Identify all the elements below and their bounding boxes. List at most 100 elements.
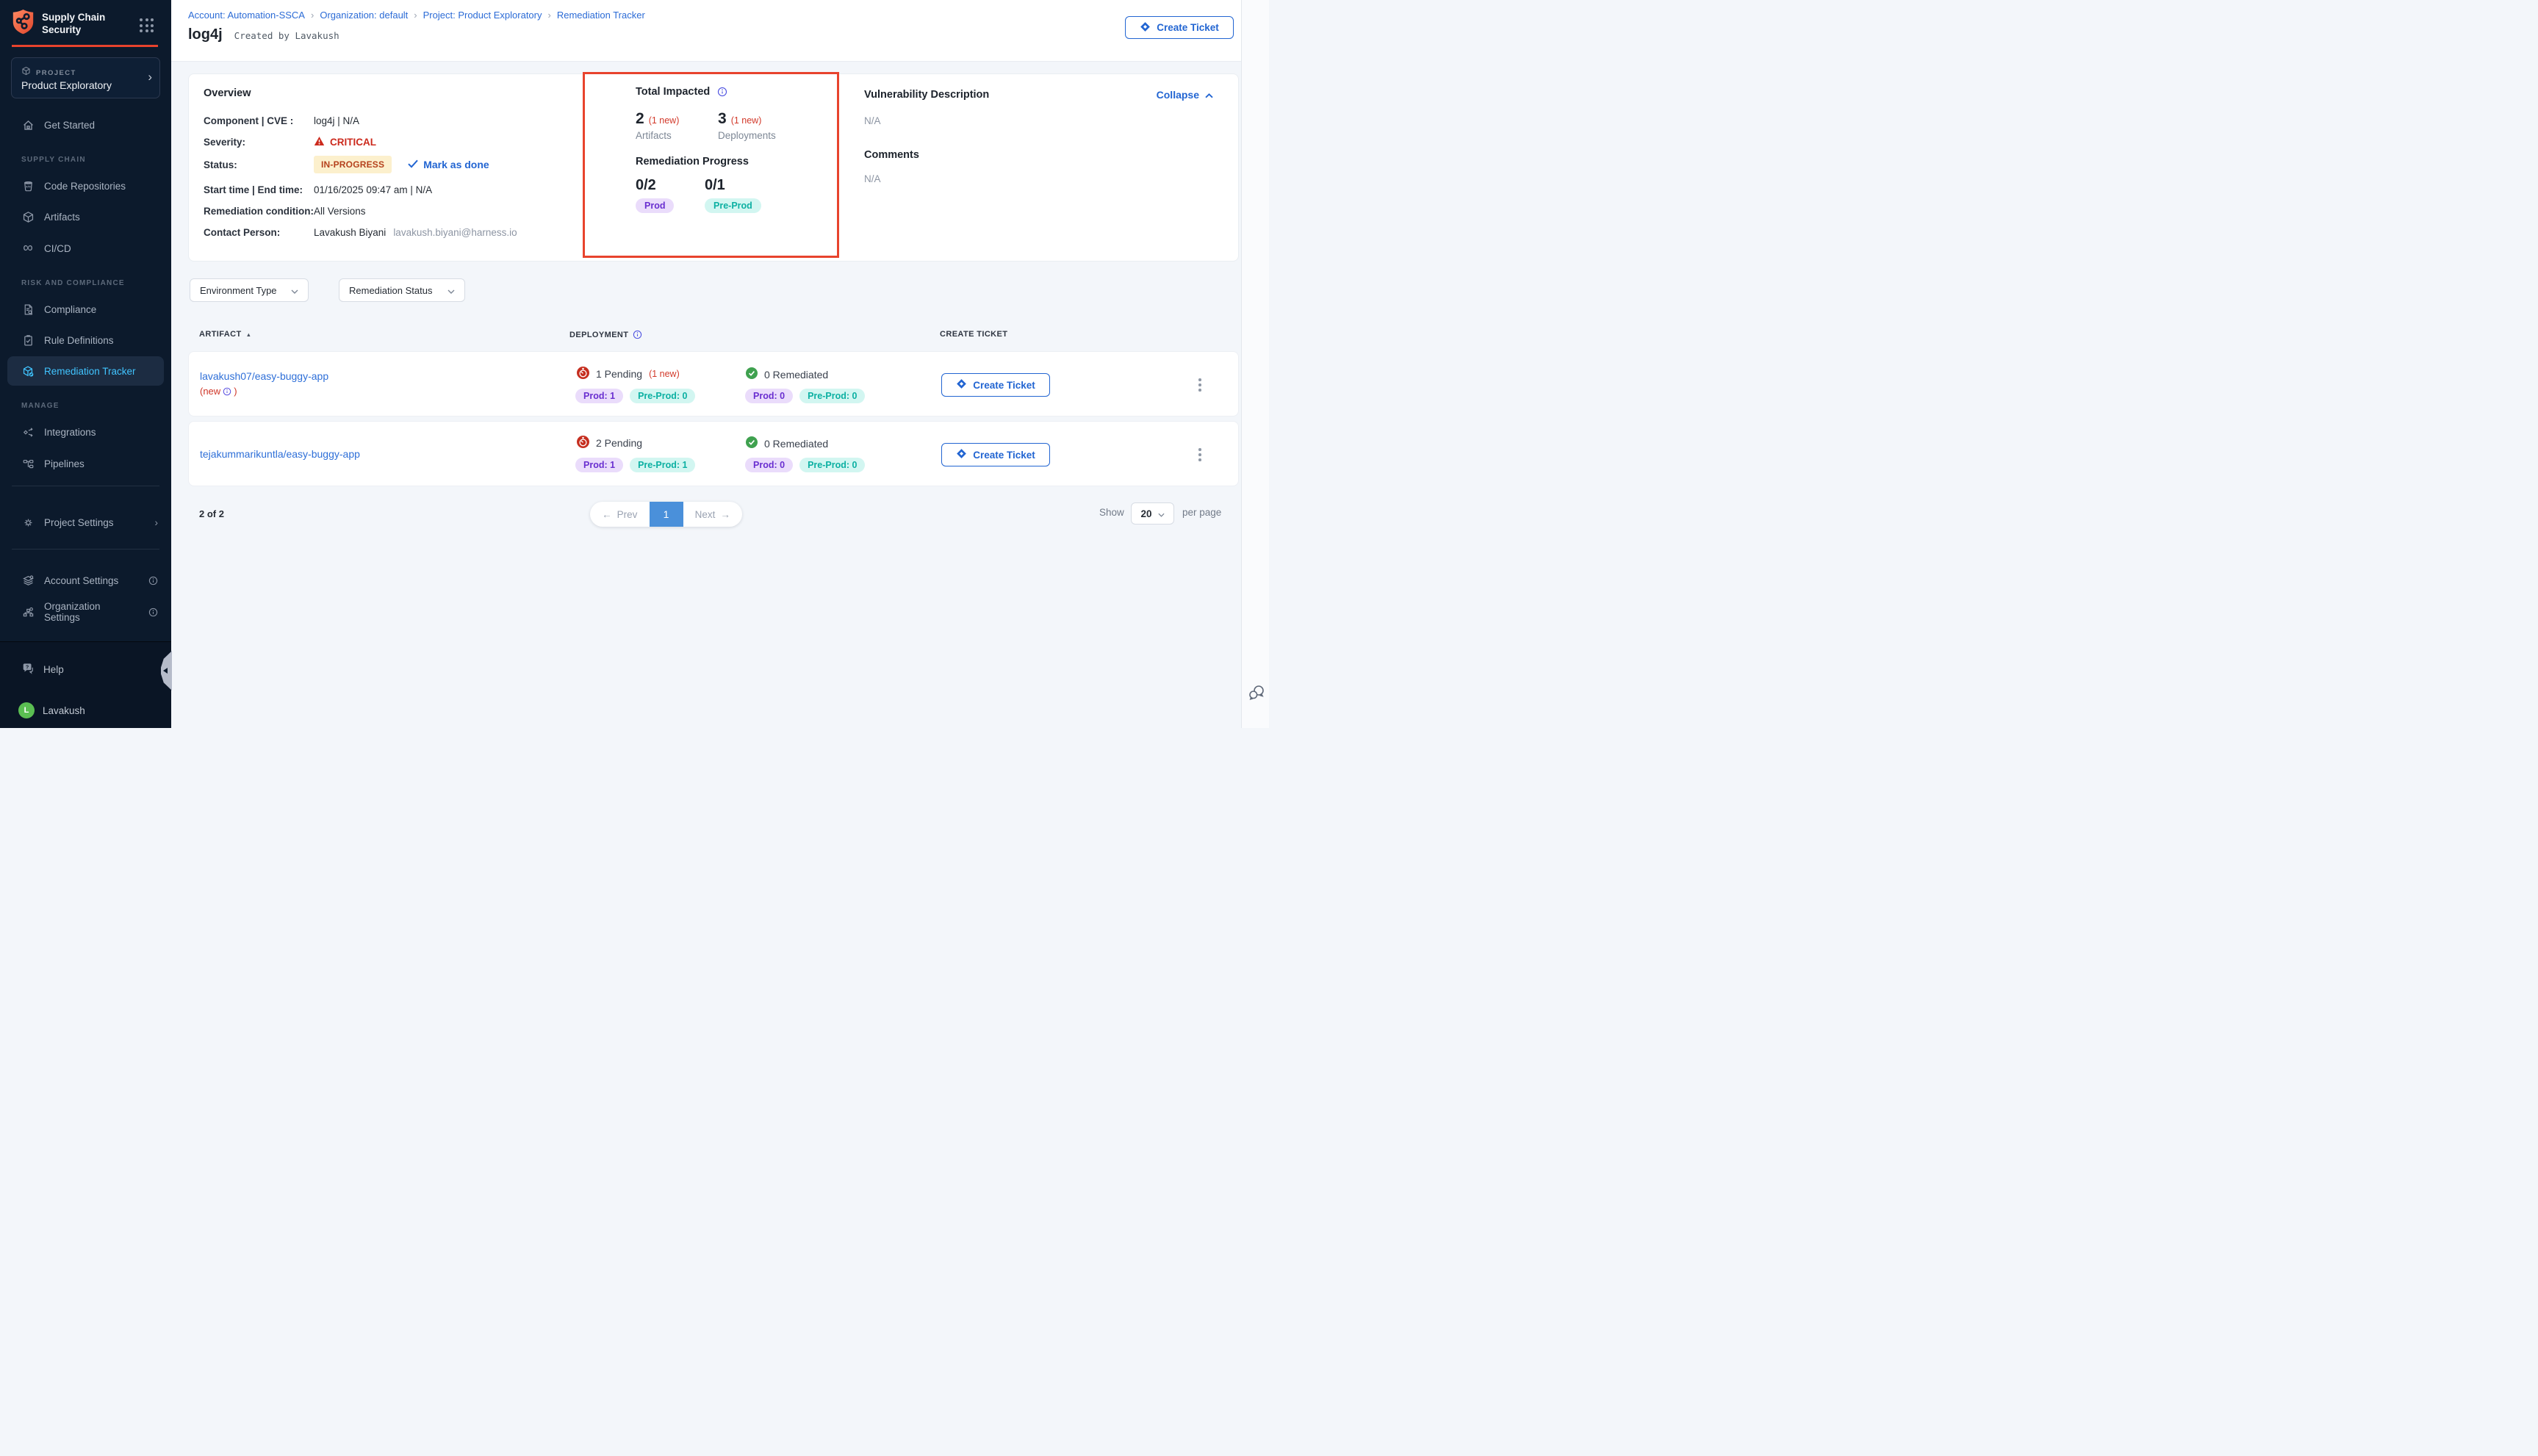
chevron-right-icon: › <box>148 70 152 84</box>
create-ticket-button[interactable]: Create Ticket <box>941 373 1050 397</box>
column-header-create-ticket: CREATE TICKET <box>940 330 1007 339</box>
column-header-deployment: DEPLOYMENT <box>569 330 642 339</box>
chat-bubbles-icon[interactable] <box>1247 683 1266 706</box>
page-subtitle: Created by Lavakush <box>234 30 339 41</box>
sidebar-footer: ? Help L Lavakush <box>0 641 171 728</box>
info-icon[interactable] <box>223 387 231 396</box>
contact-email: lavakush.biyani@harness.io <box>393 227 517 238</box>
create-ticket-button[interactable]: Create Ticket <box>941 443 1050 466</box>
clipboard-check-icon <box>21 334 35 347</box>
sidebar-item-label: Project Settings <box>44 517 114 528</box>
breadcrumb-project[interactable]: Project: Product Exploratory <box>423 10 542 21</box>
time-value: 01/16/2025 09:47 am | N/A <box>314 184 432 195</box>
preprod-count-badge: Pre-Prod: 0 <box>799 458 865 472</box>
chevron-down-icon <box>1158 508 1165 519</box>
integrations-icon <box>21 426 35 439</box>
pagination-next-button[interactable]: Next <box>683 502 743 527</box>
create-ticket-button[interactable]: Create Ticket <box>1125 16 1234 39</box>
impacted-artifacts-stat: 2 (1 new) Artifacts <box>636 110 718 141</box>
condition-label: Remediation condition: <box>204 206 314 217</box>
pending-count: 2 Pending <box>596 437 642 449</box>
overview-heading: Overview <box>204 87 517 99</box>
component-value: log4j | N/A <box>314 115 359 126</box>
column-header-artifact[interactable]: ARTIFACT <box>199 330 251 339</box>
remediated-deployments: 0 Remediated <box>746 367 828 381</box>
row-menu-kebab-icon[interactable] <box>1193 372 1207 398</box>
project-selector[interactable]: PROJECT Product Exploratory › <box>11 57 160 98</box>
home-icon <box>21 119 35 131</box>
sidebar-item-label: Organization Settings <box>44 601 139 623</box>
cube-icon <box>21 66 31 79</box>
pagination-page-1[interactable]: 1 <box>650 502 683 527</box>
row-menu-kebab-icon[interactable] <box>1193 442 1207 468</box>
user-menu[interactable]: L Lavakush <box>18 702 85 718</box>
sidebar-item-code-repositories[interactable]: Code Repositories <box>0 173 171 198</box>
org-gear-icon <box>21 606 35 619</box>
shield-logo-icon <box>12 8 35 40</box>
artifact-new-tag: (new ) <box>200 386 237 397</box>
breadcrumb-current[interactable]: Remediation Tracker <box>557 10 645 21</box>
breadcrumb-account[interactable]: Account: Automation-SSCA <box>188 10 305 21</box>
preprod-count-badge: Pre-Prod: 0 <box>799 389 865 403</box>
help-button[interactable]: ? Help <box>21 662 64 677</box>
deployments-count: 3 <box>718 110 727 128</box>
info-icon[interactable] <box>717 87 727 97</box>
collapse-button[interactable]: Collapse <box>1157 89 1213 101</box>
mark-as-done-button[interactable]: Mark as done <box>408 159 489 170</box>
prod-count-badge: Prod: 1 <box>575 458 623 472</box>
sidebar-item-account-settings[interactable]: Account Settings <box>0 568 171 593</box>
info-icon[interactable] <box>148 576 158 585</box>
breadcrumb-organization[interactable]: Organization: default <box>320 10 408 21</box>
pagination-prev-button[interactable]: Prev <box>590 502 650 527</box>
page-title: log4j <box>188 26 223 43</box>
sidebar-item-label: Rule Definitions <box>44 335 114 346</box>
sidebar-item-pipelines[interactable]: Pipelines <box>0 451 171 476</box>
sidebar-item-get-started[interactable]: Get Started <box>0 112 171 137</box>
pending-new-count: (1 new) <box>649 369 680 379</box>
artifacts-count: 2 <box>636 110 644 128</box>
help-label: Help <box>43 664 64 675</box>
sidebar-item-artifacts[interactable]: Artifacts <box>0 204 171 229</box>
breadcrumb-separator-icon <box>548 10 551 21</box>
pending-count: 1 Pending <box>596 368 642 380</box>
sidebar-item-organization-settings[interactable]: Organization Settings <box>0 599 171 624</box>
svg-text:?: ? <box>26 663 29 670</box>
sidebar-item-remediation-tracker[interactable]: Remediation Tracker <box>7 356 164 386</box>
environment-type-filter[interactable]: Environment Type <box>190 278 309 302</box>
info-icon[interactable] <box>148 608 158 617</box>
ticket-diamond-icon <box>1140 21 1151 35</box>
pagination: Prev 1 Next <box>590 502 742 527</box>
warning-triangle-icon <box>314 136 325 148</box>
comments-value: N/A <box>864 173 1213 184</box>
sidebar-item-cicd[interactable]: CI/CD <box>0 236 171 261</box>
sidebar-item-label: Get Started <box>44 120 95 131</box>
sidebar-item-label: Code Repositories <box>44 181 126 192</box>
remediation-status-filter[interactable]: Remediation Status <box>339 278 465 302</box>
info-icon[interactable] <box>633 330 642 339</box>
main-content: Account: Automation-SSCA Organization: d… <box>171 0 1269 728</box>
artifacts-stat-label: Artifacts <box>636 130 718 141</box>
cube-icon <box>21 211 35 223</box>
module-grid-icon[interactable] <box>140 18 154 32</box>
sidebar-item-rule-definitions[interactable]: Rule Definitions <box>0 328 171 353</box>
status-label: Status: <box>204 159 314 170</box>
sidebar-section-risk-compliance: RISK AND COMPLIANCE <box>21 279 125 287</box>
page-header: Account: Automation-SSCA Organization: d… <box>171 0 1269 62</box>
user-name: Lavakush <box>43 705 85 716</box>
artifacts-new-count: (1 new) <box>649 115 680 126</box>
artifact-link[interactable]: lavakush07/easy-buggy-app <box>200 370 328 382</box>
remediated-deployments: 0 Remediated <box>746 436 828 450</box>
sidebar-item-integrations[interactable]: Integrations <box>0 419 171 444</box>
prod-progress-stat: 0/2 Prod <box>636 177 705 213</box>
artifact-link[interactable]: tejakummarikuntla/easy-buggy-app <box>200 448 360 460</box>
pending-deployments: 1 Pending (1 new) <box>577 367 680 381</box>
chevron-down-icon <box>447 285 455 296</box>
pending-stopwatch-icon <box>577 367 589 381</box>
total-impacted-heading: Total Impacted <box>636 86 710 98</box>
remediation-progress-heading: Remediation Progress <box>636 156 856 167</box>
per-page-label: per page <box>1182 507 1221 518</box>
page-size-select[interactable]: 20 <box>1131 502 1174 525</box>
sidebar-item-project-settings[interactable]: Project Settings › <box>0 510 171 535</box>
sidebar-item-compliance[interactable]: Compliance <box>0 297 171 322</box>
preprod-badge: Pre-Prod <box>705 198 761 213</box>
